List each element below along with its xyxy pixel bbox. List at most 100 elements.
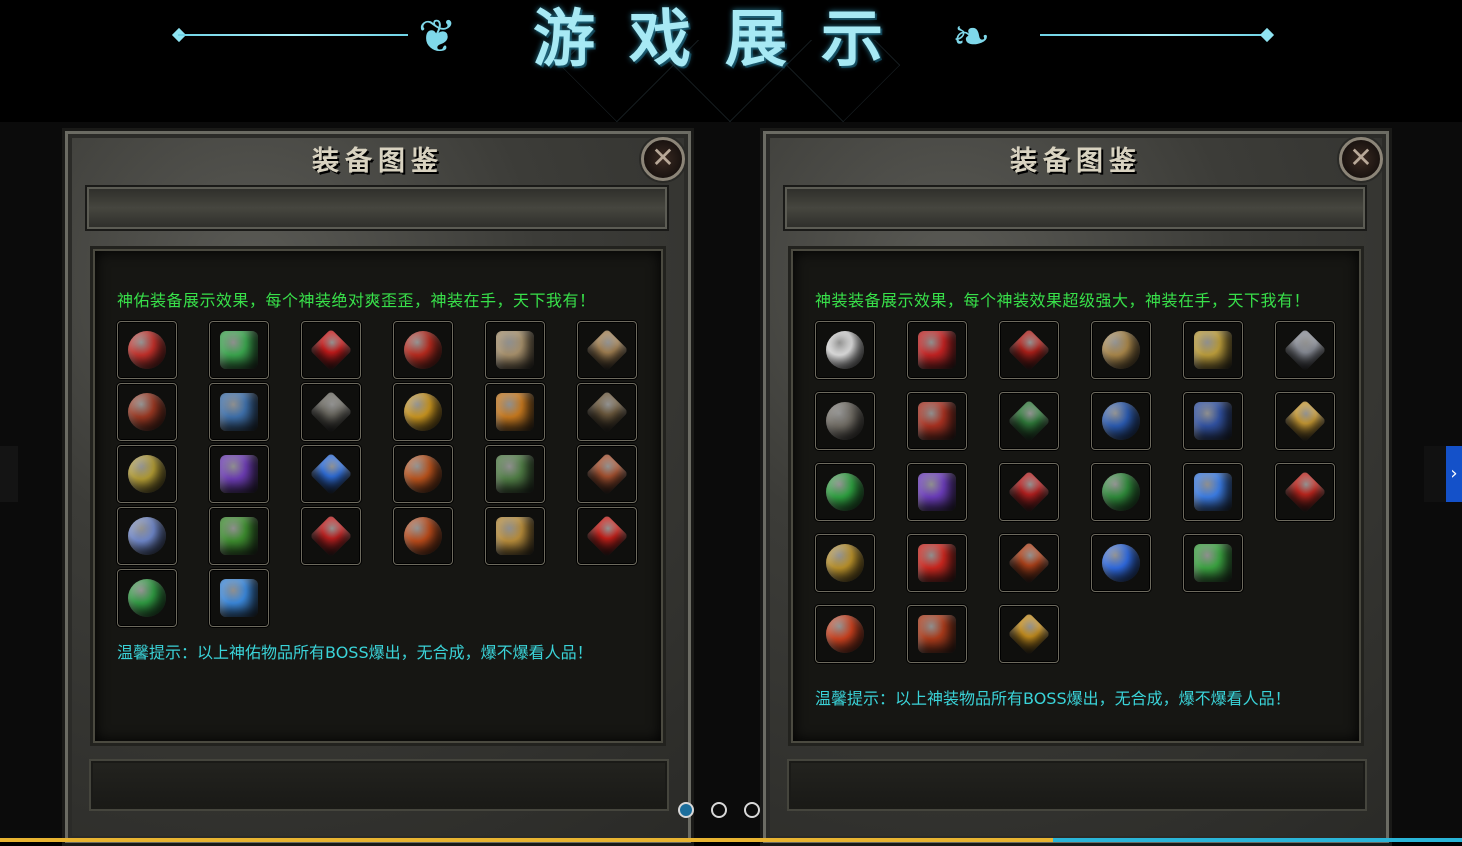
item-icon [496, 517, 534, 555]
item-icon [220, 455, 258, 493]
item-slot[interactable] [209, 569, 269, 627]
item-slot[interactable] [1183, 463, 1243, 521]
item-icon [309, 390, 353, 434]
item-icon [128, 455, 166, 493]
item-icon [826, 615, 864, 653]
item-icon [404, 517, 442, 555]
item-icon [128, 331, 166, 369]
item-slot[interactable] [999, 392, 1059, 450]
item-slot[interactable] [815, 463, 875, 521]
item-slot[interactable] [999, 605, 1059, 663]
item-icon [309, 452, 353, 496]
item-icon [826, 544, 864, 582]
item-slot[interactable] [301, 383, 361, 441]
carousel-dot[interactable] [711, 802, 727, 818]
item-icon [220, 331, 258, 369]
item-icon [826, 473, 864, 511]
item-icon [585, 390, 629, 434]
panel-footer-bar [89, 759, 669, 811]
item-icon [585, 514, 629, 558]
chevron-right-icon[interactable]: › [1446, 446, 1462, 502]
item-icon [826, 402, 864, 440]
banner-line-right [1040, 34, 1270, 36]
item-slot[interactable] [577, 383, 637, 441]
item-icon [404, 331, 442, 369]
item-slot[interactable] [577, 321, 637, 379]
item-icon [1283, 328, 1327, 372]
item-slot[interactable] [1091, 392, 1151, 450]
item-slot[interactable] [815, 534, 875, 592]
item-slot[interactable] [117, 569, 177, 627]
item-slot[interactable] [1183, 321, 1243, 379]
item-slot[interactable] [117, 321, 177, 379]
item-icon [1194, 473, 1232, 511]
item-slot[interactable] [485, 383, 545, 441]
item-slot[interactable] [393, 321, 453, 379]
item-icon [918, 544, 956, 582]
item-slot[interactable] [1091, 321, 1151, 379]
item-icon [1102, 544, 1140, 582]
item-slot[interactable] [485, 445, 545, 503]
item-slot[interactable] [999, 534, 1059, 592]
item-slot[interactable] [1091, 463, 1151, 521]
equipment-panel-2: 装备图鉴 ✕ 神装装备展示效果，每个神装效果超级强大，神装在手，天下我有！ 温馨… [760, 128, 1392, 846]
item-slot[interactable] [577, 445, 637, 503]
item-slot[interactable] [907, 463, 967, 521]
item-icon [309, 328, 353, 372]
item-icon [1194, 331, 1232, 369]
item-slot[interactable] [1275, 321, 1335, 379]
item-slot[interactable] [209, 507, 269, 565]
item-slot[interactable] [117, 445, 177, 503]
swirl-left-icon: ❦ [418, 9, 457, 63]
item-slot[interactable] [393, 445, 453, 503]
item-slot[interactable] [209, 321, 269, 379]
item-icon [128, 517, 166, 555]
panel-header-bar [85, 185, 669, 231]
item-slot[interactable] [209, 445, 269, 503]
item-icon [309, 514, 353, 558]
banner-line-left [178, 34, 408, 36]
item-slot[interactable] [577, 507, 637, 565]
item-icon [128, 579, 166, 617]
item-slot[interactable] [301, 321, 361, 379]
item-slot[interactable] [117, 383, 177, 441]
item-icon [220, 393, 258, 431]
item-icon [918, 473, 956, 511]
item-slot[interactable] [907, 534, 967, 592]
item-icon [496, 455, 534, 493]
carousel-dot[interactable] [744, 802, 760, 818]
item-slot[interactable] [393, 507, 453, 565]
item-icon [220, 579, 258, 617]
item-slot[interactable] [907, 605, 967, 663]
close-icon[interactable]: ✕ [641, 137, 685, 181]
item-slot[interactable] [815, 392, 875, 450]
carousel-prev-button[interactable] [0, 446, 18, 502]
item-slot[interactable] [301, 445, 361, 503]
item-slot[interactable] [485, 507, 545, 565]
item-slot[interactable] [1275, 392, 1335, 450]
item-slot[interactable] [1275, 463, 1335, 521]
panel-content: 神装装备展示效果，每个神装效果超级强大，神装在手，天下我有！ 温馨提示：以上神装… [791, 249, 1361, 743]
item-slot[interactable] [117, 507, 177, 565]
item-slot[interactable] [393, 383, 453, 441]
item-icon [585, 452, 629, 496]
item-icon [918, 331, 956, 369]
close-icon[interactable]: ✕ [1339, 137, 1383, 181]
item-slot[interactable] [485, 321, 545, 379]
item-icon [826, 331, 864, 369]
equipment-panel-1: 装备图鉴 ✕ 神佑装备展示效果，每个神装绝对爽歪歪，神装在手，天下我有！ 温馨提… [62, 128, 694, 846]
item-slot[interactable] [999, 463, 1059, 521]
panel-intro-text: 神佑装备展示效果，每个神装绝对爽歪歪，神装在手，天下我有！ [117, 291, 596, 310]
item-slot[interactable] [815, 605, 875, 663]
item-slot[interactable] [815, 321, 875, 379]
item-slot[interactable] [907, 321, 967, 379]
item-slot[interactable] [999, 321, 1059, 379]
item-slot[interactable] [1183, 534, 1243, 592]
carousel-dot[interactable] [678, 802, 694, 818]
item-slot[interactable] [1183, 392, 1243, 450]
item-slot[interactable] [1091, 534, 1151, 592]
carousel-next: › [1424, 446, 1462, 502]
item-slot[interactable] [907, 392, 967, 450]
item-slot[interactable] [209, 383, 269, 441]
item-slot[interactable] [301, 507, 361, 565]
